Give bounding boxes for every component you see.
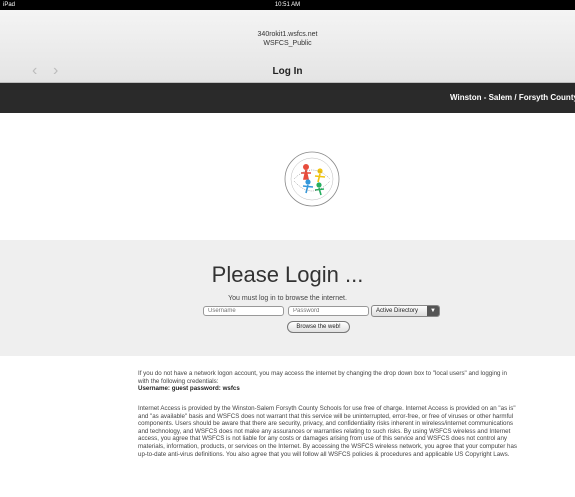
guest-credentials: Username: guest password: wsfcs xyxy=(138,385,240,393)
login-instructions: You must log in to browse the internet. xyxy=(228,295,347,302)
browse-button[interactable]: Browse the web! xyxy=(287,321,350,333)
auth-source-value: Active Directory xyxy=(376,308,419,314)
chevron-down-icon[interactable]: ▼ xyxy=(427,306,439,316)
browser-toolbar: 340rokit1.wsfcs.net WSFCS_Public ‹ › Log… xyxy=(0,10,575,83)
guest-note-text: If you do not have a network logon accou… xyxy=(138,370,507,385)
disclaimer-text: Internet Access is provided by the Winst… xyxy=(138,405,517,458)
clock: 10:51 AM xyxy=(274,2,301,8)
username-field[interactable] xyxy=(203,306,284,316)
status-bar: iPad 10:51 AM xyxy=(0,0,575,10)
page-title: Log In xyxy=(272,66,303,77)
network-name: WSFCS_Public xyxy=(263,40,312,47)
school-logo xyxy=(284,151,340,207)
guest-access-note: If you do not have a network logon accou… xyxy=(138,370,518,393)
password-field[interactable] xyxy=(288,306,369,316)
login-heading: Please Login ... xyxy=(211,262,364,287)
auth-source-select[interactable]: Active Directory ▼ xyxy=(371,305,440,317)
banner-title: Winston - Salem / Forsyth County Schools xyxy=(450,93,575,102)
site-banner: Winston - Salem / Forsyth County Schools xyxy=(0,83,575,113)
address-url[interactable]: 340rokit1.wsfcs.net xyxy=(0,31,575,38)
